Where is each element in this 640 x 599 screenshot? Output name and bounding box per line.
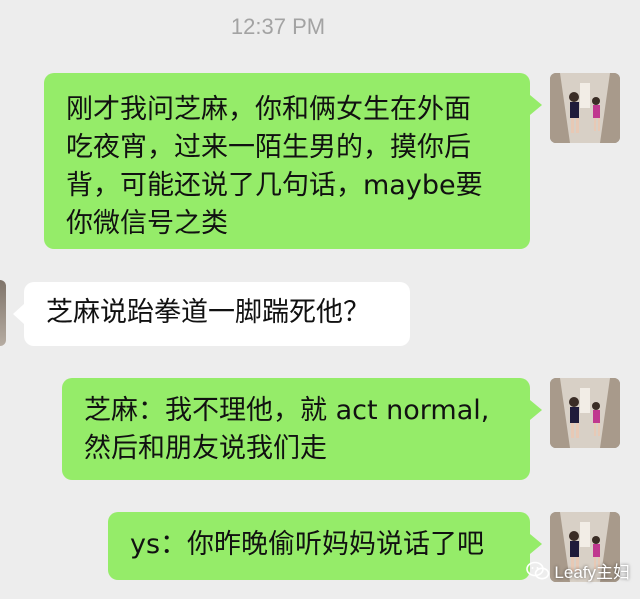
watermark-text: Leafy主妇 [554, 563, 630, 582]
message-bubble-sent[interactable]: ys：你昨晚偷听妈妈说话了吧 [108, 512, 542, 580]
message-line: 刚才我问芝麻，你和俩女生在外面 [66, 94, 471, 125]
watermark: Leafy主妇 [526, 558, 630, 583]
message-bubble-sent[interactable]: 芝麻：我不理他，就 act normal, 然后和朋友说我们走 [62, 378, 542, 480]
avatar[interactable] [550, 378, 620, 448]
avatar-photo-icon [550, 73, 620, 143]
message-line: ys：你昨晚偷听妈妈说话了吧 [130, 529, 485, 560]
message-line: 芝麻：我不理他，就 act normal, [84, 395, 490, 426]
message-line: 你微信号之类 [66, 208, 228, 239]
contact-avatar[interactable] [0, 280, 6, 346]
message-bubble-sent[interactable]: 刚才我问芝麻，你和俩女生在外面 吃夜宵，过来一陌生男的，摸你后 背，可能还说了几… [44, 73, 542, 249]
message-line: 芝麻说跆拳道一脚踹死他？ [46, 297, 370, 328]
message-line: 背，可能还说了几句话，maybe要 [66, 170, 483, 201]
wechat-icon [526, 561, 550, 579]
message-bubble-received[interactable]: 芝麻说跆拳道一脚踹死他？ [13, 282, 410, 346]
timestamp: 12:37 PM [230, 14, 326, 39]
message-line: 然后和朋友说我们走 [84, 433, 327, 464]
message-line: 吃夜宵，过来一陌生男的，摸你后 [66, 132, 471, 163]
avatar-photo-icon [550, 378, 620, 448]
avatar[interactable] [550, 73, 620, 143]
